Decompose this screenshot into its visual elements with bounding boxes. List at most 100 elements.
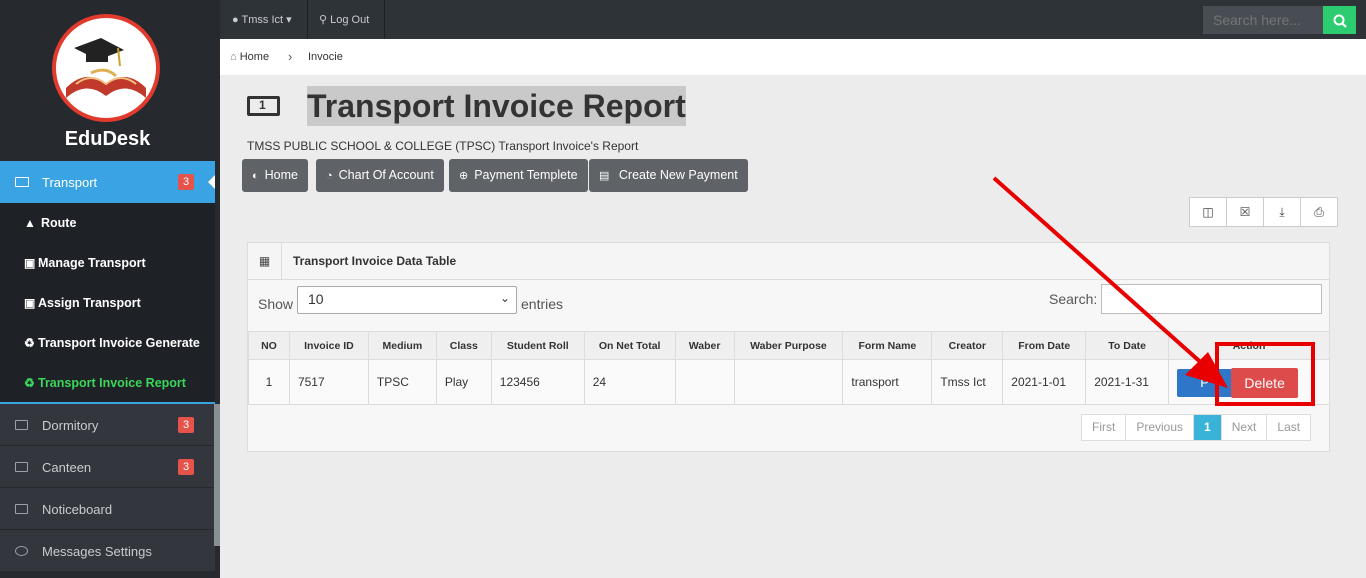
list-icon: ▤: [599, 170, 610, 182]
pager-last[interactable]: Last: [1267, 415, 1310, 440]
brand-name: EduDesk: [64, 128, 151, 150]
breadcrumb-current: Invocie: [308, 51, 343, 63]
sidebar-item-transport[interactable]: Transport 3: [0, 161, 215, 203]
pagination: First Previous 1 Next Last: [1081, 414, 1312, 441]
pie-chart-icon: ◔: [326, 170, 333, 182]
entries-select-value: 10: [308, 291, 324, 307]
show-label: Show: [258, 296, 294, 312]
sidebar-item-label: Messages Settings: [42, 544, 152, 559]
sidebar-item-messages-settings[interactable]: Messages Settings: [0, 530, 215, 572]
search-icon: [1333, 14, 1347, 29]
count-badge: 3: [178, 417, 194, 433]
column-header[interactable]: Form Name: [842, 331, 933, 360]
key-icon: ⚲: [319, 14, 328, 26]
comments-icon: [15, 546, 28, 556]
column-header[interactable]: On Net Total: [583, 331, 676, 360]
cell-medium: TPSC: [367, 359, 437, 405]
sidebar-subitem-label: Transport Invoice Generate: [38, 336, 200, 350]
search-input[interactable]: [1203, 6, 1323, 34]
sidebar-subitem-label: Assign Transport: [38, 296, 141, 310]
sidebar-subitem-route[interactable]: ▲ Route: [0, 203, 215, 243]
panel-title: Transport Invoice Data Table: [293, 254, 457, 268]
breadcrumb-home-label: Home: [239, 51, 270, 63]
sidebar-subitem-manage-transport[interactable]: ▣ Manage Transport: [0, 243, 215, 283]
chevron-right-icon: ›: [288, 49, 293, 64]
school-logo: [52, 14, 160, 122]
pager-current-page[interactable]: 1: [1194, 415, 1222, 440]
entries-select[interactable]: 10 ⌄: [297, 286, 517, 314]
home-button-label: Home: [264, 168, 298, 182]
sidebar-subitem-assign-transport[interactable]: ▣ Assign Transport: [0, 283, 215, 323]
page-title: Transport Invoice Report: [307, 86, 686, 126]
cell-student-roll: 123456: [490, 359, 585, 405]
column-header[interactable]: Student Roll: [490, 331, 585, 360]
sidebar-item-label: Transport: [42, 175, 98, 190]
column-header[interactable]: Waber: [674, 331, 735, 360]
caret-left-icon: [208, 175, 215, 189]
cell-form-name: transport: [842, 359, 933, 405]
plus-circle-icon: ⊕: [459, 170, 469, 182]
cell-invoice-id: 7517: [288, 359, 369, 405]
sidebar-item-label: Dormitory: [42, 418, 99, 433]
road-icon: ▲: [24, 216, 36, 230]
print-icon[interactable]: ⎙: [1301, 198, 1337, 226]
chart-of-account-button[interactable]: ◔ Chart Of Account: [316, 159, 444, 192]
window-icon: [15, 504, 28, 514]
sidebar: EduDesk Transport 3 ▲ Route ▣ Manage Tra…: [0, 0, 220, 578]
user-menu[interactable]: ● Tmss Ict ▾: [220, 0, 308, 39]
create-new-payment-button[interactable]: ▤ Create New Payment: [589, 159, 748, 192]
grid-icon: ▦: [248, 243, 282, 279]
user-name: Tmss Ict: [241, 14, 284, 26]
entries-label: entries: [521, 296, 564, 312]
page-subtitle: TMSS PUBLIC SCHOOL & COLLEGE (TPSC) Tran…: [247, 139, 639, 153]
topbar: ● Tmss Ict ▾ ⚲ Log Out: [220, 0, 1366, 39]
card-icon: [15, 462, 28, 472]
column-header[interactable]: Class: [435, 331, 492, 360]
user-icon: ●: [232, 14, 239, 26]
card-icon: [15, 177, 29, 187]
dashboard-icon: ◐: [252, 170, 259, 182]
recycle-icon: ♻: [24, 376, 35, 390]
sidebar-subitem-invoice-report[interactable]: ♻ Transport Invoice Report: [0, 363, 215, 403]
bus-icon: ▣: [24, 296, 36, 310]
sidebar-item-canteen[interactable]: Canteen 3: [0, 446, 215, 488]
logout-link[interactable]: ⚲ Log Out: [309, 0, 385, 39]
cell-class: Play: [435, 359, 492, 405]
cell-no: 1: [248, 359, 290, 405]
cell-net-total: 24: [583, 359, 676, 405]
chevron-down-icon: ⌄: [499, 291, 510, 305]
chart-button-label: Chart Of Account: [338, 168, 434, 182]
column-header[interactable]: Medium: [367, 331, 437, 360]
download-icon[interactable]: ⤓: [1264, 198, 1301, 226]
column-header[interactable]: Invoice ID: [288, 331, 369, 360]
card-icon: [15, 420, 28, 430]
sidebar-scrollbar[interactable]: [214, 404, 220, 546]
logout-label: Log Out: [330, 14, 370, 26]
count-badge: 3: [178, 174, 194, 190]
sidebar-subitem-invoice-generate[interactable]: ♻ Transport Invoice Generate: [0, 323, 215, 363]
count-badge: 3: [178, 459, 194, 475]
breadcrumb: ⌂ Home › Invocie: [220, 39, 1366, 75]
column-header[interactable]: Waber Purpose: [733, 331, 844, 360]
bus-icon: ▣: [24, 256, 36, 270]
breadcrumb-home[interactable]: ⌂ Home: [230, 51, 269, 63]
payment-template-button[interactable]: ⊕ Payment Templete: [449, 159, 588, 192]
sidebar-subitem-label: Transport Invoice Report: [38, 376, 186, 390]
annotation-arrow: [992, 176, 1228, 388]
sidebar-subitem-label: Route: [41, 216, 77, 230]
sidebar-item-dormitory[interactable]: Dormitory 3: [0, 404, 215, 446]
sidebar-item-noticeboard[interactable]: Noticeboard: [0, 488, 215, 530]
pager-first[interactable]: First: [1082, 415, 1127, 440]
home-button[interactable]: ◐ Home: [242, 159, 308, 192]
recycle-icon: ♻: [24, 336, 35, 350]
search-button[interactable]: [1323, 6, 1356, 34]
template-button-label: Payment Templete: [474, 168, 578, 182]
sidebar-item-label: Noticeboard: [42, 502, 113, 517]
column-header[interactable]: NO: [248, 331, 290, 360]
sidebar-subitem-label: Manage Transport: [38, 256, 146, 270]
pager-next[interactable]: Next: [1222, 415, 1268, 440]
cell-waber: [674, 359, 735, 405]
pager-previous[interactable]: Previous: [1126, 415, 1195, 440]
home-icon: ⌂: [230, 51, 237, 63]
money-icon: [247, 96, 280, 116]
